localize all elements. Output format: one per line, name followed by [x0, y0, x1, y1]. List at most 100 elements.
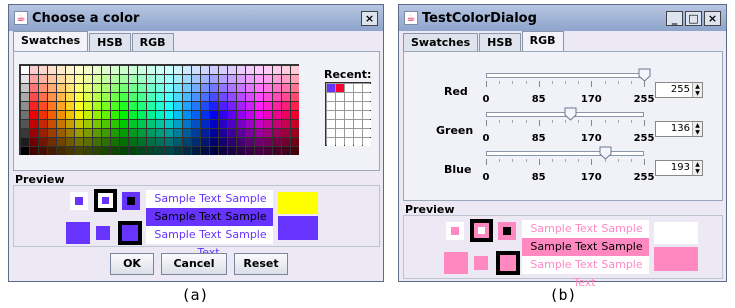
color-swatch[interactable]	[147, 129, 155, 137]
tab-swatches[interactable]: Swatches	[13, 31, 89, 51]
color-swatch[interactable]	[75, 102, 83, 110]
color-swatch[interactable]	[210, 84, 218, 92]
color-swatch[interactable]	[138, 147, 146, 155]
color-swatch[interactable]	[21, 84, 29, 92]
color-swatch[interactable]	[165, 129, 173, 137]
color-swatch[interactable]	[102, 75, 110, 83]
blue-value-spinner[interactable]: 193 ▲ ▼	[655, 160, 703, 176]
color-swatch[interactable]	[246, 111, 254, 119]
color-swatch[interactable]	[165, 102, 173, 110]
recent-swatch[interactable]	[354, 111, 362, 119]
color-swatch[interactable]	[291, 120, 299, 128]
color-swatch[interactable]	[84, 129, 92, 137]
color-swatch[interactable]	[48, 102, 56, 110]
color-swatch[interactable]	[147, 111, 155, 119]
color-swatch[interactable]	[75, 111, 83, 119]
color-swatch[interactable]	[210, 102, 218, 110]
color-swatch[interactable]	[102, 111, 110, 119]
color-swatch[interactable]	[273, 66, 281, 74]
color-swatch[interactable]	[282, 120, 290, 128]
color-swatch[interactable]	[156, 147, 164, 155]
color-swatch[interactable]	[138, 102, 146, 110]
color-swatch[interactable]	[192, 129, 200, 137]
color-swatch[interactable]	[282, 102, 290, 110]
color-swatch[interactable]	[21, 129, 29, 137]
close-button[interactable]: ×	[361, 10, 378, 26]
color-swatch[interactable]	[120, 75, 128, 83]
color-swatch[interactable]	[192, 147, 200, 155]
color-swatch[interactable]	[120, 84, 128, 92]
color-swatch[interactable]	[264, 147, 272, 155]
color-swatch[interactable]	[57, 84, 65, 92]
color-swatch[interactable]	[174, 147, 182, 155]
color-swatch[interactable]	[192, 84, 200, 92]
color-swatch[interactable]	[291, 66, 299, 74]
recent-swatch[interactable]	[363, 93, 371, 101]
color-swatch[interactable]	[174, 66, 182, 74]
recent-swatch[interactable]	[363, 102, 371, 110]
color-swatch[interactable]	[210, 111, 218, 119]
color-swatch[interactable]	[156, 75, 164, 83]
color-swatch[interactable]	[165, 120, 173, 128]
color-swatch[interactable]	[255, 138, 263, 146]
color-swatch[interactable]	[219, 120, 227, 128]
color-swatch[interactable]	[273, 147, 281, 155]
color-swatch[interactable]	[291, 138, 299, 146]
color-swatch[interactable]	[246, 102, 254, 110]
color-swatch[interactable]	[264, 102, 272, 110]
color-swatch[interactable]	[93, 120, 101, 128]
color-swatch[interactable]	[66, 93, 74, 101]
color-swatch[interactable]	[183, 138, 191, 146]
close-button[interactable]: ×	[704, 10, 721, 26]
color-swatch[interactable]	[246, 138, 254, 146]
color-swatch[interactable]	[228, 84, 236, 92]
color-swatch[interactable]	[255, 147, 263, 155]
color-swatch[interactable]	[210, 138, 218, 146]
color-swatch[interactable]	[48, 129, 56, 137]
green-slider-thumb[interactable]	[564, 107, 577, 121]
recent-swatch[interactable]	[354, 84, 362, 92]
color-swatch[interactable]	[210, 129, 218, 137]
reset-button[interactable]: Reset	[234, 253, 288, 275]
color-swatch[interactable]	[57, 120, 65, 128]
color-swatch[interactable]	[66, 138, 74, 146]
color-swatch[interactable]	[165, 75, 173, 83]
spinner-arrows-icon[interactable]: ▲ ▼	[692, 161, 702, 175]
recent-swatch[interactable]	[345, 138, 353, 146]
recent-swatch[interactable]	[327, 120, 335, 128]
color-swatch[interactable]	[30, 120, 38, 128]
green-value-spinner[interactable]: 136 ▲ ▼	[655, 121, 703, 137]
color-swatch[interactable]	[165, 93, 173, 101]
color-swatch[interactable]	[120, 147, 128, 155]
color-swatch[interactable]	[48, 111, 56, 119]
color-swatch[interactable]	[165, 84, 173, 92]
color-swatch[interactable]	[129, 138, 137, 146]
color-swatch[interactable]	[255, 111, 263, 119]
color-swatch[interactable]	[147, 66, 155, 74]
color-swatch[interactable]	[228, 102, 236, 110]
color-swatch[interactable]	[291, 84, 299, 92]
color-swatch[interactable]	[138, 75, 146, 83]
color-swatch[interactable]	[120, 129, 128, 137]
title-bar[interactable]: ☕ TestColorDialog _ □ ×	[399, 5, 726, 31]
color-swatch[interactable]	[192, 93, 200, 101]
color-swatch[interactable]	[48, 138, 56, 146]
color-swatch[interactable]	[282, 147, 290, 155]
color-swatch[interactable]	[228, 147, 236, 155]
color-swatch[interactable]	[39, 102, 47, 110]
color-swatch[interactable]	[255, 93, 263, 101]
color-swatch[interactable]	[273, 111, 281, 119]
color-swatch[interactable]	[30, 102, 38, 110]
color-swatch[interactable]	[219, 75, 227, 83]
swatch-grid[interactable]	[19, 64, 299, 155]
color-swatch[interactable]	[111, 147, 119, 155]
color-swatch[interactable]	[111, 120, 119, 128]
color-swatch[interactable]	[201, 75, 209, 83]
color-swatch[interactable]	[129, 66, 137, 74]
color-swatch[interactable]	[201, 93, 209, 101]
red-slider-track[interactable]	[486, 73, 644, 78]
color-swatch[interactable]	[237, 147, 245, 155]
color-swatch[interactable]	[219, 66, 227, 74]
color-swatch[interactable]	[75, 84, 83, 92]
color-swatch[interactable]	[246, 129, 254, 137]
